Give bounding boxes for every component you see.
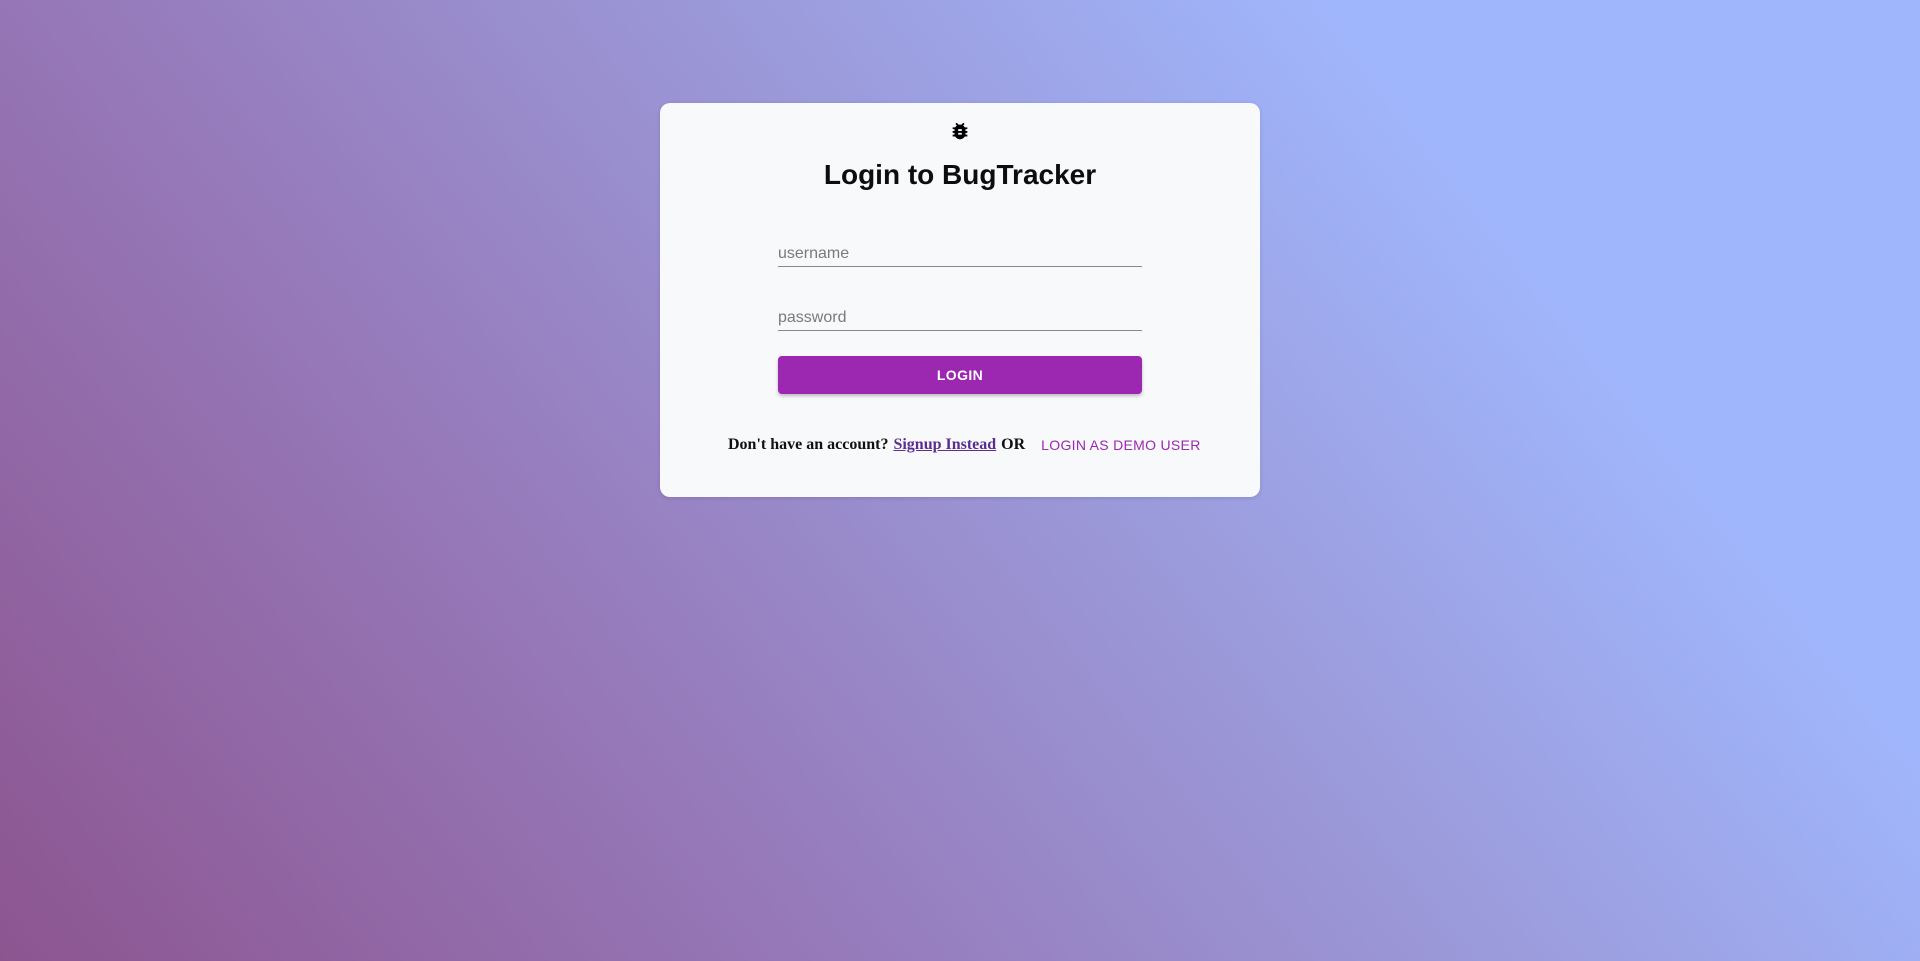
username-input[interactable]	[778, 235, 1142, 266]
demo-login-button[interactable]: LOGIN AS DEMO USER	[1037, 437, 1204, 453]
username-field[interactable]	[778, 235, 1142, 267]
signup-footer: Don't have an account? Signup Instead OR…	[728, 433, 1205, 457]
login-card: Login to BugTracker LOGIN Don't have an …	[660, 103, 1260, 497]
or-separator: OR	[1001, 436, 1026, 453]
signup-link[interactable]: Signup Instead	[893, 436, 996, 454]
signup-prompt: Don't have an account?	[728, 436, 889, 453]
login-button[interactable]: LOGIN	[778, 356, 1142, 394]
bug-icon	[952, 122, 968, 140]
password-field[interactable]	[778, 299, 1142, 331]
page-title: Login to BugTracker	[823, 159, 1097, 190]
password-input[interactable]	[778, 299, 1142, 330]
